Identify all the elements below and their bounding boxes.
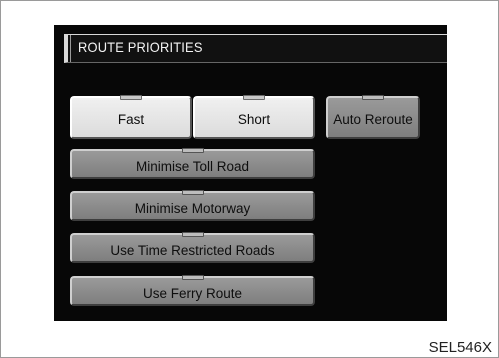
short-indicator	[243, 95, 265, 100]
minimise-motorway-indicator	[181, 190, 204, 195]
short-button[interactable]: Short	[193, 95, 315, 139]
nav-screen: ROUTE PRIORITIES Fast Short Auto Reroute…	[54, 25, 447, 321]
fast-button-label: Fast	[117, 112, 145, 127]
figure-frame: ROUTE PRIORITIES Fast Short Auto Reroute…	[0, 0, 499, 358]
use-time-restricted-roads-indicator	[181, 232, 204, 237]
minimise-motorway-label: Minimise Motorway	[134, 200, 251, 216]
minimise-toll-road-indicator	[181, 148, 204, 153]
title-bar: ROUTE PRIORITIES	[64, 34, 447, 63]
use-time-restricted-roads-label: Use Time Restricted Roads	[110, 242, 275, 258]
use-ferry-route-button[interactable]: Use Ferry Route	[70, 275, 315, 306]
minimise-motorway-button[interactable]: Minimise Motorway	[70, 190, 315, 221]
fast-indicator	[120, 95, 142, 100]
use-ferry-route-label: Use Ferry Route	[142, 285, 243, 301]
auto-reroute-button[interactable]: Auto Reroute	[326, 95, 420, 139]
auto-reroute-indicator	[362, 95, 384, 100]
page-title: ROUTE PRIORITIES	[78, 39, 203, 55]
short-button-label: Short	[237, 112, 271, 127]
minimise-toll-road-label: Minimise Toll Road	[135, 158, 250, 174]
fast-button[interactable]: Fast	[70, 95, 192, 139]
use-ferry-route-indicator	[181, 275, 204, 280]
auto-reroute-button-label: Auto Reroute	[333, 112, 413, 127]
title-bar-accent-line	[70, 35, 71, 62]
minimise-toll-road-button[interactable]: Minimise Toll Road	[70, 148, 315, 179]
use-time-restricted-roads-button[interactable]: Use Time Restricted Roads	[70, 232, 315, 263]
figure-code: SEL546X	[428, 339, 492, 356]
